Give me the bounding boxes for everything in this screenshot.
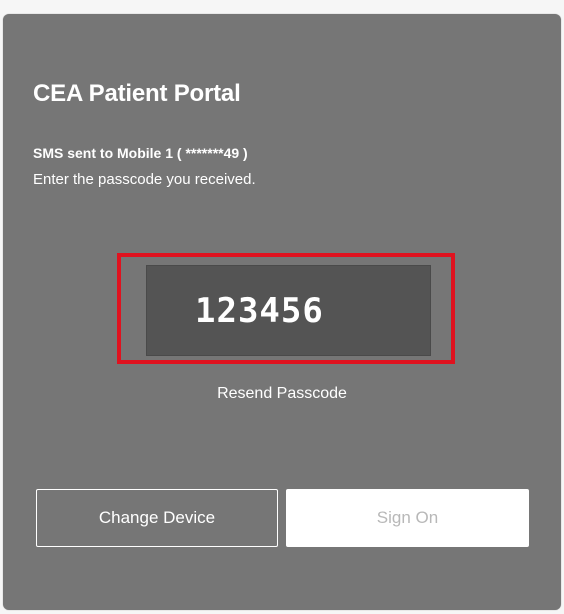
sms-notice: SMS sent to Mobile 1 ( *******49 ) [33, 145, 248, 161]
resend-passcode-link[interactable]: Resend Passcode [0, 385, 564, 403]
portal-title: CEA Patient Portal [33, 80, 241, 107]
sign-on-button[interactable]: Sign On [286, 489, 529, 547]
passcode-instructions: Enter the passcode you received. [33, 171, 256, 188]
change-device-button[interactable]: Change Device [36, 489, 278, 547]
passcode-input[interactable] [146, 265, 431, 356]
